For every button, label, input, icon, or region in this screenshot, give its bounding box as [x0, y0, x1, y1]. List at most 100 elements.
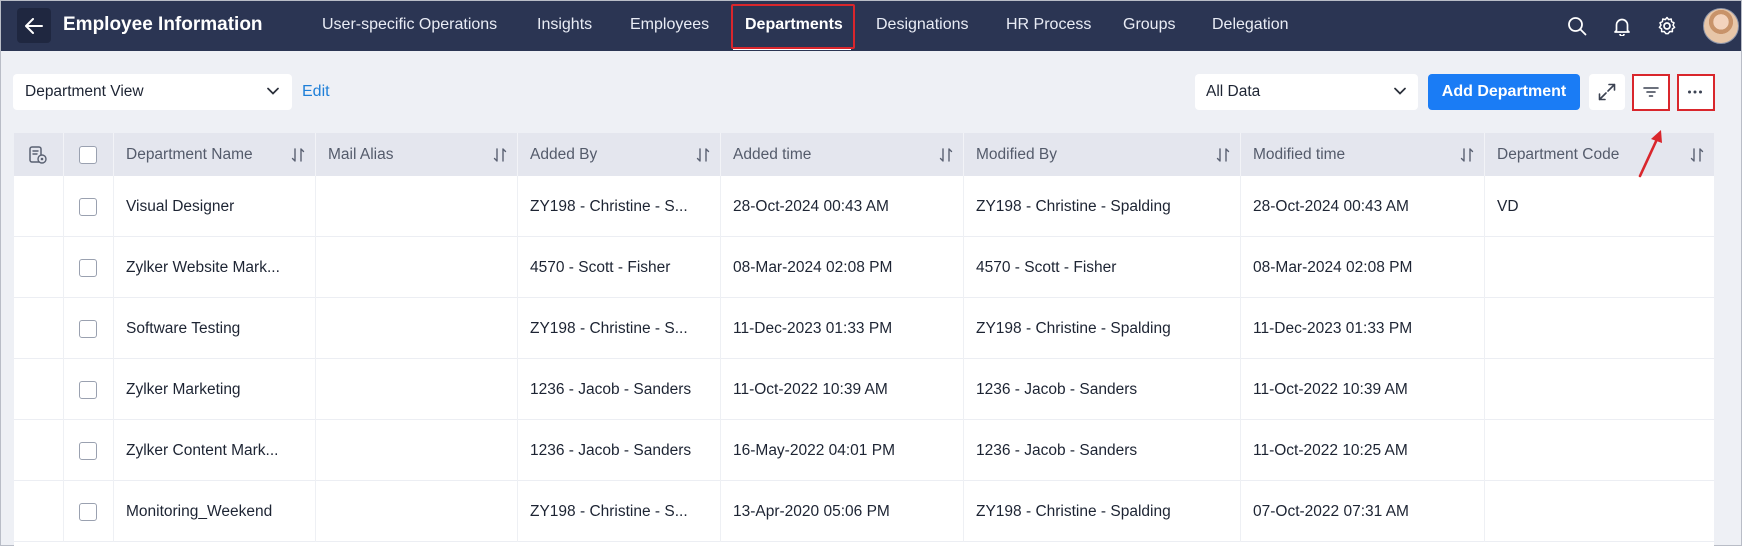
avatar[interactable] — [1703, 8, 1739, 44]
column-settings-cell[interactable] — [14, 133, 64, 176]
table-body: Visual Designer ZY198 - Christine - S... 2… — [14, 176, 1714, 546]
cell-added-by: ZY198 - Christine - S... — [518, 481, 721, 542]
cell-added-time: 28-Oct-2024 00:43 AM — [721, 176, 964, 237]
search-button[interactable] — [1564, 13, 1590, 39]
column-header-label: Added By — [530, 145, 598, 163]
table-row[interactable]: Zylker Marketing 1236 - Jacob - Sanders 11… — [14, 359, 1714, 420]
row-spacer-cell — [14, 481, 64, 542]
table-row[interactable]: Zylker Website Mark... 4570 - Scott - Fis… — [14, 237, 1714, 298]
sort-icon[interactable] — [493, 147, 507, 163]
column-settings-icon — [29, 145, 47, 164]
column-header-added-by[interactable]: Added By — [518, 133, 721, 176]
column-header-label: Added time — [733, 145, 812, 163]
more-options-highlight-box — [1677, 74, 1715, 111]
row-checkbox[interactable] — [79, 258, 97, 277]
table-header: Department Name Mail Alias Added By Adde… — [14, 133, 1714, 176]
column-header-department-name[interactable]: Department Name — [114, 133, 316, 176]
expand-button[interactable] — [1589, 74, 1625, 110]
cell-department-code — [1485, 237, 1714, 298]
row-checkbox[interactable] — [79, 197, 97, 216]
cell-department-code — [1485, 420, 1714, 481]
nav-delegation[interactable]: Delegation — [1212, 16, 1289, 34]
row-checkbox-cell — [64, 237, 114, 298]
column-header-mail-alias[interactable]: Mail Alias — [316, 133, 518, 176]
cell-department-code — [1485, 481, 1714, 542]
sort-icon[interactable] — [1216, 147, 1230, 163]
row-spacer-cell — [14, 420, 64, 481]
row-checkbox[interactable] — [79, 441, 97, 460]
cell-modified-time: 07-Oct-2022 07:31 AM — [1241, 481, 1485, 542]
row-spacer-cell — [14, 176, 64, 237]
sort-icon[interactable] — [291, 147, 305, 163]
column-header-label: Department Code — [1497, 145, 1620, 163]
expand-icon — [1598, 83, 1616, 101]
notifications-button[interactable] — [1609, 13, 1635, 39]
cell-department-name: Zylker Website Mark... — [114, 237, 316, 298]
cell-department-name: Visual Designer — [114, 176, 316, 237]
cell-mail-alias — [316, 481, 518, 542]
cell-department-code: VD — [1497, 197, 1519, 215]
row-spacer-cell — [14, 298, 64, 359]
cell-mail-alias — [316, 420, 518, 481]
sort-icon[interactable] — [1460, 147, 1474, 163]
select-all-checkbox[interactable] — [79, 145, 97, 164]
column-header-label: Modified time — [1253, 145, 1346, 163]
bell-icon — [1614, 18, 1630, 36]
row-checkbox-cell — [64, 481, 114, 542]
cell-modified-time: 28-Oct-2024 00:43 AM — [1241, 176, 1485, 237]
cell-modified-by: ZY198 - Christine - Spalding — [964, 298, 1241, 359]
cell-department-name: Zylker Marketing — [114, 359, 316, 420]
nav-insights[interactable]: Insights — [537, 16, 592, 34]
gear-icon — [1658, 16, 1676, 35]
sort-icon[interactable] — [696, 147, 710, 163]
settings-button[interactable] — [1654, 13, 1680, 39]
cell-added-time: 11-Oct-2022 10:39 AM — [721, 359, 964, 420]
nav-groups[interactable]: Groups — [1123, 16, 1175, 34]
column-header-added-time[interactable]: Added time — [721, 133, 964, 176]
column-header-department-code[interactable]: Department Code — [1485, 133, 1714, 176]
row-checkbox-cell — [64, 420, 114, 481]
cell-modified-time: 08-Mar-2024 02:08 PM — [1241, 237, 1485, 298]
edit-link[interactable]: Edit — [302, 83, 330, 101]
cell-added-time: 16-May-2022 04:01 PM — [721, 420, 964, 481]
sort-icon[interactable] — [1690, 147, 1704, 163]
cell-mail-alias — [316, 298, 518, 359]
cell-department-code — [1485, 298, 1714, 359]
cell-mail-alias — [316, 359, 518, 420]
sort-icon[interactable] — [939, 147, 953, 163]
table-row[interactable]: Monitoring_Weekend ZY198 - Christine - S.… — [14, 481, 1714, 542]
back-button[interactable] — [17, 8, 51, 43]
row-checkbox[interactable] — [79, 380, 97, 399]
cell-added-by: 4570 - Scott - Fisher — [518, 237, 721, 298]
nav-employees[interactable]: Employees — [630, 16, 709, 34]
annotation-arrow-icon — [1638, 130, 1662, 178]
search-icon — [1568, 17, 1587, 36]
app-title: Employee Information — [63, 14, 263, 35]
select-all-cell — [64, 133, 114, 176]
table-row[interactable]: Software Testing ZY198 - Christine - S...… — [14, 298, 1714, 359]
column-header-label: Department Name — [126, 145, 253, 163]
cell-mail-alias — [316, 237, 518, 298]
cell-modified-time: 11-Oct-2022 10:39 AM — [1241, 359, 1485, 420]
cell-added-by: ZY198 - Christine - S... — [518, 298, 721, 359]
cell-modified-by: ZY198 - Christine - Spalding — [964, 176, 1241, 237]
cell-modified-by: 4570 - Scott - Fisher — [964, 237, 1241, 298]
nav-user-specific-operations[interactable]: User-specific Operations — [322, 16, 497, 34]
table-row[interactable]: Visual Designer ZY198 - Christine - S... 2… — [14, 176, 1714, 237]
add-department-button[interactable]: Add Department — [1428, 74, 1580, 110]
column-header-modified-by[interactable]: Modified By — [964, 133, 1241, 176]
nav-hr-process[interactable]: HR Process — [1006, 16, 1091, 34]
table-row[interactable]: Zylker Content Mark... 1236 - Jacob - San… — [14, 420, 1714, 481]
column-header-modified-time[interactable]: Modified time — [1241, 133, 1485, 176]
chevron-down-icon — [267, 87, 279, 95]
nav-designations[interactable]: Designations — [876, 16, 969, 34]
cell-department-name: Zylker Content Mark... — [114, 420, 316, 481]
cell-department-name: Software Testing — [114, 298, 316, 359]
column-header-label: Mail Alias — [328, 145, 394, 163]
row-checkbox[interactable] — [79, 319, 97, 338]
arrow-left-icon — [25, 17, 43, 34]
row-checkbox[interactable] — [79, 502, 97, 521]
data-filter-select[interactable]: All Data — [1195, 74, 1418, 110]
view-select[interactable]: Department View — [13, 74, 292, 110]
cell-modified-time: 11-Dec-2023 01:33 PM — [1241, 298, 1485, 359]
